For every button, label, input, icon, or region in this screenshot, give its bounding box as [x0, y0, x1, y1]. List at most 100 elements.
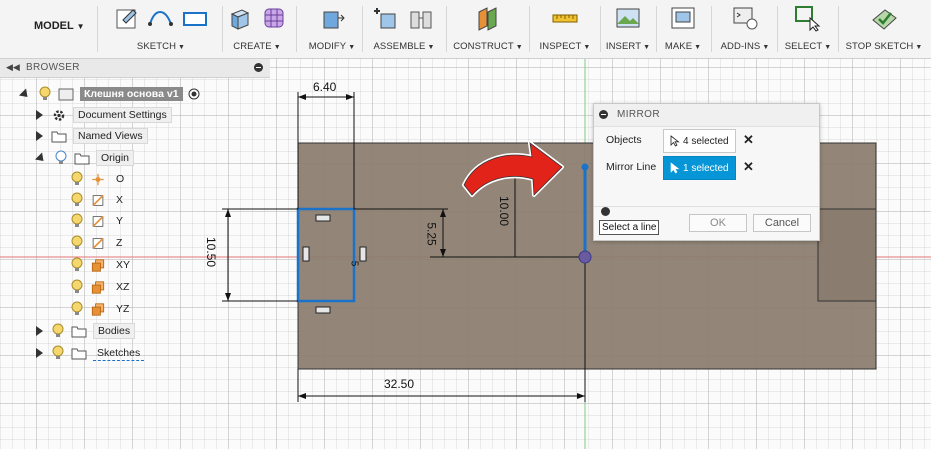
joint-icon[interactable]: [407, 4, 435, 32]
assemble-label[interactable]: ASSEMBLE ▼: [364, 41, 444, 52]
clear-objects-icon[interactable]: ✕: [743, 132, 754, 148]
tree-label[interactable]: Bodies: [93, 323, 136, 339]
plane-icon: [91, 302, 105, 316]
tree-plane-xy[interactable]: XY: [70, 255, 134, 275]
tree-axis-y[interactable]: Y: [70, 211, 127, 231]
create-group[interactable]: CREATE ▼: [224, 0, 290, 58]
expand-icon[interactable]: [18, 87, 32, 101]
visibility-bulb-icon[interactable]: [70, 213, 84, 229]
tree-label[interactable]: Y: [112, 214, 127, 228]
expand-icon[interactable]: [36, 110, 43, 120]
tree-label[interactable]: YZ: [112, 302, 133, 316]
stop-sketch-group[interactable]: STOP SKETCH ▼: [840, 0, 928, 58]
inspect-group[interactable]: INSPECT ▼: [531, 0, 599, 58]
expand-icon[interactable]: [36, 348, 43, 358]
stop-sketch-icon[interactable]: [870, 4, 898, 32]
offset-plane-icon[interactable]: [474, 4, 502, 32]
construct-group[interactable]: CONSTRUCT ▼: [448, 0, 528, 58]
make-label[interactable]: MAKE ▼: [658, 41, 708, 52]
objects-select-button[interactable]: 4 selected: [663, 129, 736, 153]
tree-label[interactable]: X: [112, 193, 127, 207]
ok-button[interactable]: OK: [689, 214, 747, 232]
expand-icon[interactable]: [36, 131, 43, 141]
visibility-bulb-icon[interactable]: [54, 150, 68, 166]
rectangle-icon[interactable]: [181, 4, 209, 32]
tree-label[interactable]: Named Views: [73, 128, 148, 144]
modify-label[interactable]: MODIFY ▼: [298, 41, 366, 52]
select-group[interactable]: SELECT ▼: [779, 0, 837, 58]
tree-label[interactable]: Z: [112, 236, 126, 250]
cancel-button[interactable]: Cancel: [753, 214, 811, 232]
visibility-bulb-icon[interactable]: [51, 323, 65, 339]
tree-label[interactable]: Origin: [96, 150, 135, 166]
tree-bodies[interactable]: Bodies: [36, 321, 136, 341]
active-radio-icon[interactable]: [187, 87, 201, 101]
insert-group[interactable]: INSERT ▼: [602, 0, 654, 58]
expand-icon[interactable]: [34, 151, 48, 165]
select-icon[interactable]: [794, 4, 822, 32]
extrude-icon[interactable]: [226, 4, 254, 32]
clear-mirror-line-icon[interactable]: ✕: [743, 159, 754, 175]
visibility-bulb-icon[interactable]: [70, 192, 84, 208]
document-name[interactable]: Клешня основа v1: [80, 87, 183, 101]
info-icon[interactable]: [601, 207, 610, 216]
tree-origin-point[interactable]: O: [70, 169, 128, 189]
add-ins-group[interactable]: ADD-INS ▼: [713, 0, 777, 58]
new-component-icon[interactable]: [373, 4, 401, 32]
visibility-bulb-icon[interactable]: [70, 279, 84, 295]
browser-header[interactable]: ◀◀ BROWSER: [0, 59, 270, 78]
make-group[interactable]: MAKE ▼: [658, 0, 708, 58]
visibility-bulb-icon[interactable]: [51, 345, 65, 361]
dim-5-25[interactable]: 5.25: [425, 222, 439, 245]
create-sketch-icon[interactable]: [113, 4, 141, 32]
tree-label[interactable]: O: [112, 172, 128, 186]
dim-small-side[interactable]: 5: [348, 261, 359, 267]
collapse-icon[interactable]: [599, 110, 608, 119]
tree-plane-yz[interactable]: YZ: [70, 299, 133, 319]
minimize-icon[interactable]: [254, 63, 263, 72]
tree-label[interactable]: XY: [112, 258, 134, 272]
measure-icon[interactable]: [551, 4, 579, 32]
insert-canvas-icon[interactable]: [614, 4, 642, 32]
assemble-group[interactable]: ASSEMBLE ▼: [364, 0, 444, 58]
visibility-bulb-icon[interactable]: [38, 86, 52, 102]
tree-sketches[interactable]: Sketches: [36, 343, 145, 363]
dim-32-50[interactable]: 32.50: [384, 377, 414, 391]
scripts-icon[interactable]: [731, 4, 759, 32]
tree-named-views[interactable]: Named Views: [36, 126, 148, 146]
add-ins-label[interactable]: ADD-INS ▼: [713, 41, 777, 52]
dim-6-40[interactable]: 6.40: [313, 80, 336, 94]
tree-label[interactable]: Sketches: [93, 346, 145, 361]
dim-10-00[interactable]: 10.00: [497, 196, 511, 226]
tree-axis-z[interactable]: Z: [70, 233, 126, 253]
mirror-line-select-button[interactable]: 1 selected: [663, 156, 736, 180]
inspect-label[interactable]: INSPECT ▼: [531, 41, 599, 52]
visibility-bulb-icon[interactable]: [70, 257, 84, 273]
tree-label[interactable]: XZ: [112, 280, 133, 294]
modify-group[interactable]: MODIFY ▼: [298, 0, 366, 58]
expand-icon[interactable]: [36, 326, 43, 336]
spline-icon[interactable]: [147, 4, 175, 32]
press-pull-icon[interactable]: [318, 4, 346, 32]
insert-label[interactable]: INSERT ▼: [602, 41, 654, 52]
sketch-label[interactable]: SKETCH ▼: [102, 41, 220, 52]
construct-label[interactable]: CONSTRUCT ▼: [448, 41, 528, 52]
form-icon[interactable]: [260, 4, 288, 32]
tree-root[interactable]: Клешня основа v1: [18, 84, 201, 104]
visibility-bulb-icon[interactable]: [70, 171, 84, 187]
mirror-header[interactable]: MIRROR: [594, 104, 819, 127]
workspace-dropdown[interactable]: MODEL ▼: [34, 20, 85, 32]
create-label[interactable]: CREATE ▼: [224, 41, 290, 52]
tree-document-settings[interactable]: Document Settings: [36, 105, 172, 125]
collapse-chevron-icon[interactable]: ◀◀: [6, 62, 20, 73]
visibility-bulb-icon[interactable]: [70, 235, 84, 251]
tree-plane-xz[interactable]: XZ: [70, 277, 133, 297]
tree-origin[interactable]: Origin: [34, 148, 135, 168]
select-label[interactable]: SELECT ▼: [779, 41, 837, 52]
tree-label[interactable]: Document Settings: [73, 107, 172, 123]
tree-axis-x[interactable]: X: [70, 190, 127, 210]
stop-sketch-label[interactable]: STOP SKETCH ▼: [840, 41, 928, 52]
visibility-bulb-icon[interactable]: [70, 301, 84, 317]
3d-print-icon[interactable]: [669, 4, 697, 32]
sketch-group[interactable]: SKETCH ▼: [102, 0, 220, 58]
